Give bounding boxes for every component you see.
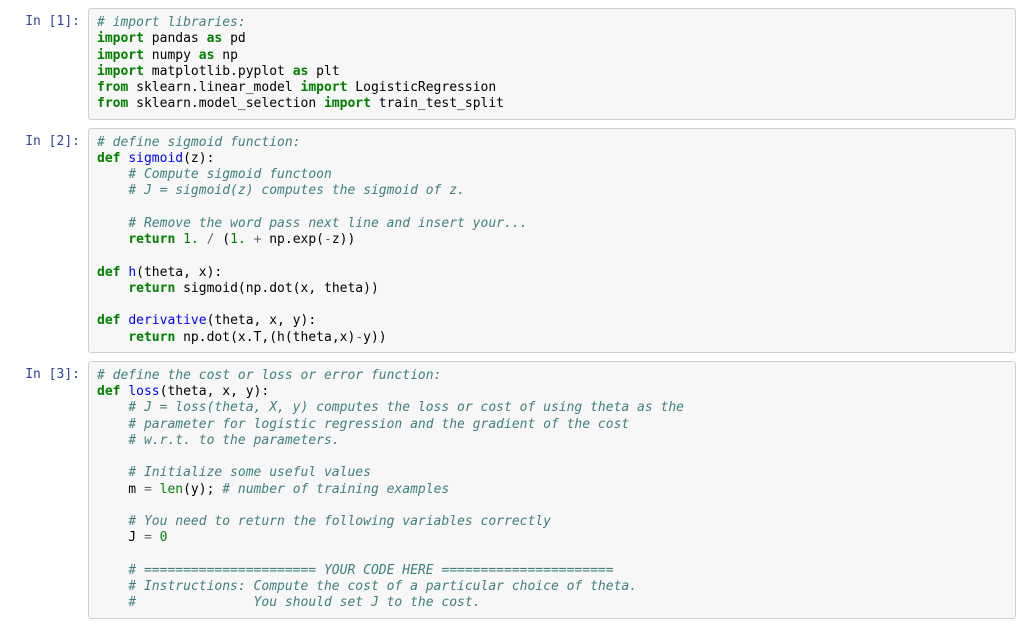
input-prompt: In [1]:	[8, 8, 88, 120]
code-source[interactable]: # import libraries: import pandas as pd …	[97, 15, 1007, 113]
code-cell[interactable]: In [1]:# import libraries: import pandas…	[8, 8, 1016, 120]
input-prompt: In [2]:	[8, 128, 88, 353]
notebook-container: In [1]:# import libraries: import pandas…	[8, 8, 1016, 619]
input-area[interactable]: # define sigmoid function: def sigmoid(z…	[88, 128, 1016, 353]
input-area[interactable]: # define the cost or loss or error funct…	[88, 361, 1016, 619]
code-source[interactable]: # define the cost or loss or error funct…	[97, 368, 1007, 612]
code-cell[interactable]: In [3]:# define the cost or loss or erro…	[8, 361, 1016, 619]
input-prompt: In [3]:	[8, 361, 88, 619]
code-source[interactable]: # define sigmoid function: def sigmoid(z…	[97, 135, 1007, 346]
input-area[interactable]: # import libraries: import pandas as pd …	[88, 8, 1016, 120]
code-cell[interactable]: In [2]:# define sigmoid function: def si…	[8, 128, 1016, 353]
